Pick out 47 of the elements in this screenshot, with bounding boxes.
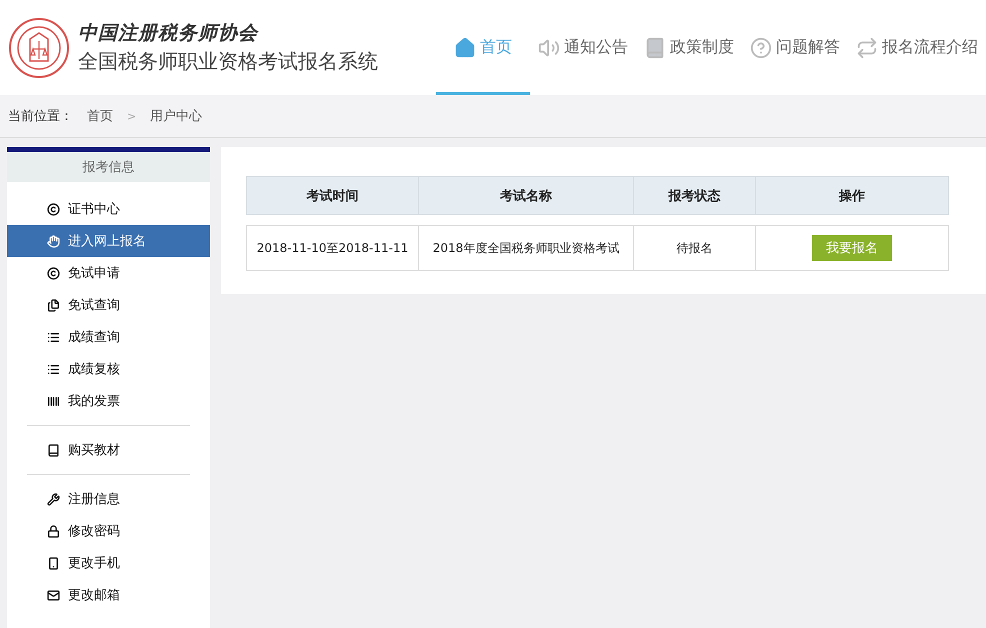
system-title: 全国税务师职业资格考试报名系统 [78,48,378,75]
nav-tab[interactable]: 通知公告 [530,0,636,95]
sidebar-item[interactable]: 注册信息 [7,483,210,515]
calligraphy-logo: 中国注册税务师协会 [78,21,260,46]
sidebar-item[interactable]: 我的发票 [7,385,210,417]
help-icon [750,36,772,58]
sidebar-item[interactable]: 更改邮箱 [7,579,210,611]
sidebar-item[interactable]: 证书中心 [7,193,210,225]
sidebar-item[interactable]: 修改密码 [7,515,210,547]
column-header: 报考状态 [633,176,756,215]
book-icon [644,36,666,58]
files-icon [47,298,60,312]
column-header: 考试名称 [418,176,634,215]
breadcrumb-separator: > [127,110,136,122]
sidebar-item[interactable]: 成绩复核 [7,353,210,385]
column-header: 考试时间 [246,176,419,215]
column-header: 操作 [755,176,949,215]
copyright-icon [47,202,60,216]
seal-logo-icon [8,16,70,78]
sidebar-item[interactable]: 免试申请 [7,257,210,289]
sidebar-item[interactable]: 更改手机 [7,547,210,579]
copyright-icon [47,266,60,280]
phone-icon [47,556,60,570]
table-cell: 待报名 [633,225,756,271]
lock-icon [47,524,60,538]
list-icon [47,330,60,344]
table-cell: 2018年度全国税务师职业资格考试 [418,225,634,271]
sidebar-item[interactable]: 成绩查询 [7,321,210,353]
breadcrumb-label: 当前位置： [8,108,73,125]
nav-tab[interactable]: 报名流程介绍 [848,0,986,95]
list-icon [47,362,60,376]
breadcrumb-link[interactable]: 首页 [87,107,113,125]
repeat-icon [856,36,878,58]
nav-tab[interactable]: 政策制度 [636,0,742,95]
wrench-icon [47,492,60,506]
table-cell: 2018-11-10至2018-11-11 [246,225,419,271]
sidebar-item[interactable]: 免试查询 [7,289,210,321]
sidebar-item[interactable]: 进入网上报名 [7,225,210,257]
sidebar-title: 报考信息 [7,152,210,182]
sidebar-item[interactable]: 购买教材 [7,434,210,466]
home-icon [454,36,476,58]
breadcrumb-link[interactable]: 用户中心 [150,107,202,125]
mail-icon [47,588,60,602]
book-icon [47,444,60,456]
nav-tab[interactable]: 问题解答 [742,0,848,95]
hand-icon [47,234,60,248]
barcode-icon [47,394,60,408]
